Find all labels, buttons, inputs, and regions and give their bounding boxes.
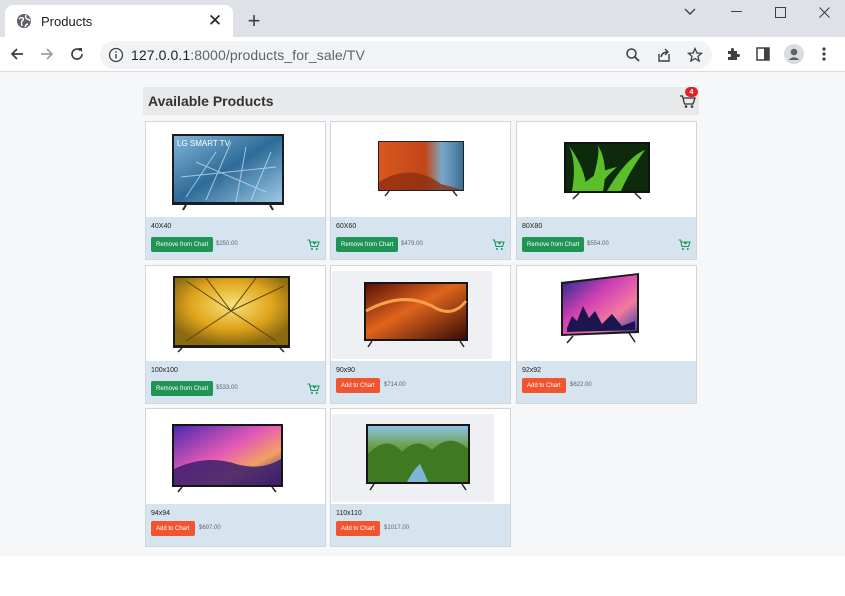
back-arrow-icon[interactable] [4, 41, 30, 67]
product-footer: 90x90 Add to Chart $714.00 [331, 361, 510, 403]
remove-from-cart-button[interactable]: Remove from Chart [336, 237, 399, 252]
product-price: $250.00 [216, 241, 238, 247]
remove-from-cart-button[interactable]: Remove from Chart [151, 237, 214, 252]
share-icon[interactable] [652, 43, 676, 67]
product-size: 90x90 [336, 367, 356, 374]
profile-avatar-icon[interactable] [781, 41, 807, 67]
forward-arrow-icon[interactable] [34, 41, 60, 67]
product-price: $714.00 [384, 382, 406, 388]
product-price: $1017.00 [384, 525, 410, 531]
url-text: 127.0.0.1:8000/products_for_sale/TV [131, 47, 365, 63]
product-card: 80X80 Remove from Chart $554.00 [516, 121, 697, 260]
product-size: 92x92 [522, 367, 542, 374]
in-cart-icon [678, 238, 691, 251]
product-image: LG SMART TV [146, 122, 325, 217]
close-window-icon[interactable] [802, 0, 845, 24]
product-footer: 94x94 Add to Chart $697.00 [146, 504, 325, 546]
product-image [332, 271, 492, 359]
extensions-puzzle-icon[interactable] [720, 41, 746, 67]
add-to-cart-button[interactable]: Add to Chart [336, 521, 380, 536]
maximize-window-icon[interactable] [758, 0, 802, 24]
product-footer: 92x92 Add to Chart $622.00 [517, 361, 696, 403]
product-image [146, 266, 325, 361]
product-price: $533.00 [216, 385, 238, 391]
in-cart-icon [307, 238, 320, 251]
product-card: LG SMART TV 40X40 Remove from Chart $250… [145, 121, 326, 260]
product-size: 100x100 [151, 367, 178, 374]
browser-toolbar: 127.0.0.1:8000/products_for_sale/TV [0, 37, 845, 72]
add-to-cart-button[interactable]: Add to Chart [151, 521, 195, 536]
site-info-icon[interactable] [108, 47, 124, 63]
url-host: 127.0.0.1 [131, 47, 191, 63]
product-size: 40X40 [151, 223, 172, 230]
add-to-cart-button[interactable]: Add to Chart [522, 378, 566, 393]
product-card: 90x90 Add to Chart $714.00 [330, 265, 511, 404]
product-price: $479.00 [401, 241, 423, 247]
url-path: :8000/products_for_sale/TV [190, 47, 365, 63]
product-card: 94x94 Add to Chart $697.00 [145, 408, 326, 547]
product-card: 60X60 Remove from Chart $479.00 [330, 121, 511, 260]
product-footer: 110x110 Add to Chart $1017.00 [331, 504, 510, 546]
page-title: Available Products [148, 93, 274, 109]
add-to-cart-button[interactable]: Add to Chart [336, 378, 380, 393]
minimize-window-icon[interactable] [714, 0, 758, 24]
product-card: 92x92 Add to Chart $622.00 [516, 265, 697, 404]
tab-products[interactable]: Products ✕ [5, 5, 233, 37]
product-price: $554.00 [587, 241, 609, 247]
product-image [517, 266, 696, 361]
globe-icon [16, 13, 32, 29]
product-footer: 80X80 Remove from Chart $554.00 [517, 217, 696, 259]
product-footer: 60X60 Remove from Chart $479.00 [331, 217, 510, 259]
product-image [331, 122, 510, 217]
page-bottom [0, 556, 845, 596]
tab-title: Products [41, 13, 93, 29]
product-image [517, 122, 696, 217]
bookmark-star-icon[interactable] [683, 43, 707, 67]
in-cart-icon [492, 238, 505, 251]
product-size: 60X60 [336, 223, 357, 230]
tab-search-chevron-icon[interactable] [668, 0, 712, 24]
product-footer: 100x100 Remove from Chart $533.00 [146, 361, 325, 403]
product-size: 94x94 [151, 510, 171, 517]
menu-kebab-icon[interactable] [811, 41, 837, 67]
product-footer: 40X40 Remove from Chart $250.00 [146, 217, 325, 259]
in-cart-icon [307, 382, 320, 395]
product-size: 80X80 [522, 223, 543, 230]
product-image [332, 414, 494, 502]
remove-from-cart-button[interactable]: Remove from Chart [151, 381, 214, 396]
cart-count-badge: 4 [685, 87, 698, 97]
address-bar[interactable]: 127.0.0.1:8000/products_for_sale/TV [100, 41, 712, 69]
remove-from-cart-button[interactable]: Remove from Chart [522, 237, 585, 252]
zoom-icon[interactable] [621, 43, 645, 67]
new-tab-button[interactable]: + [241, 8, 267, 34]
product-size: 110x110 [336, 510, 362, 517]
product-price: $622.00 [570, 382, 592, 388]
reload-icon[interactable] [64, 41, 90, 67]
products-header: Available Products 4 [143, 87, 699, 115]
tab-strip: Products ✕ + [0, 0, 845, 37]
side-panel-icon[interactable] [750, 41, 776, 67]
product-card: 100x100 Remove from Chart $533.00 [145, 265, 326, 404]
product-image [146, 409, 325, 504]
tv-logo-text: LG SMART TV [177, 139, 231, 148]
close-tab-icon[interactable]: ✕ [203, 9, 227, 33]
product-card: 110x110 Add to Chart $1017.00 [330, 408, 511, 547]
product-price: $697.00 [199, 525, 221, 531]
